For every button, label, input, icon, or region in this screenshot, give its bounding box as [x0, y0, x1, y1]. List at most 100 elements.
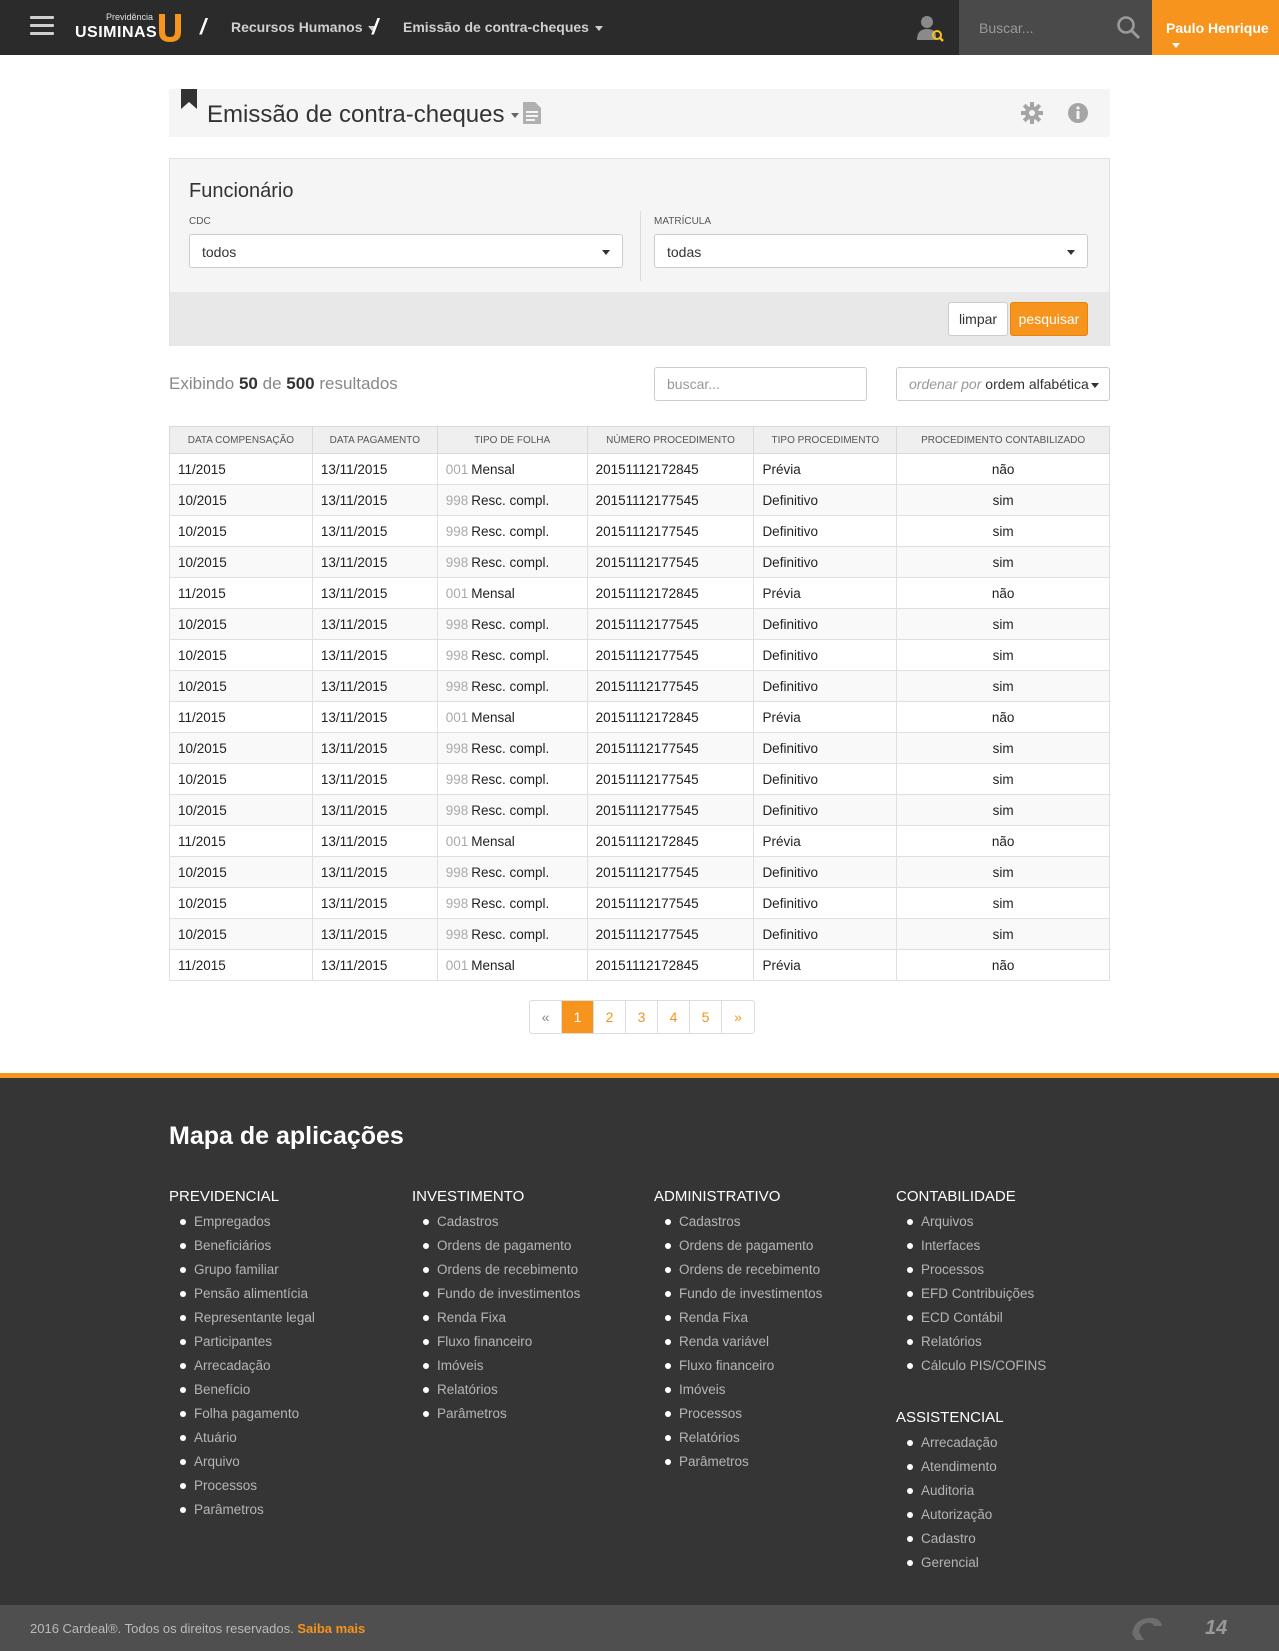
footer-link[interactable]: Folha pagamento — [180, 1405, 399, 1429]
clear-button[interactable]: limpar — [948, 302, 1008, 336]
table-row[interactable]: 11/2015 13/11/2015 001 Mensal 20151112172845… — [169, 577, 1110, 609]
bird-logo-icon — [1132, 1617, 1162, 1640]
footer-link[interactable]: Fundo de investimentos — [423, 1285, 642, 1309]
column-header[interactable]: DATA COMPENSAÇÃO — [169, 426, 313, 454]
footer-link[interactable]: Renda Fixa — [665, 1309, 884, 1333]
table-row[interactable]: 10/2015 13/11/2015 998 Resc. compl. 20151112… — [169, 856, 1110, 888]
footer-link[interactable]: Pensão alimentícia — [180, 1285, 399, 1309]
logo[interactable]: Previdência USIMINAS — [74, 10, 186, 46]
footer-link[interactable]: Parâmetros — [665, 1453, 884, 1477]
footer-link[interactable]: Cadastro — [907, 1530, 1126, 1554]
footer-link[interactable]: Processos — [907, 1261, 1126, 1285]
footer-link[interactable]: Cadastros — [423, 1213, 642, 1237]
table-row[interactable]: 10/2015 13/11/2015 998 Resc. compl. 20151112… — [169, 484, 1110, 516]
table-row[interactable]: 10/2015 13/11/2015 998 Resc. compl. 20151112… — [169, 887, 1110, 919]
footer-link[interactable]: Renda Fixa — [423, 1309, 642, 1333]
pagination-page[interactable]: 2 — [594, 1001, 626, 1033]
table-row[interactable]: 11/2015 13/11/2015 001 Mensal 20151112172845… — [169, 949, 1110, 981]
footer-link[interactable]: Ordens de recebimento — [423, 1261, 642, 1285]
pagination-next[interactable]: » — [722, 1001, 754, 1033]
table-row[interactable]: 10/2015 13/11/2015 998 Resc. compl. 20151112… — [169, 670, 1110, 702]
footer-link[interactable]: Parâmetros — [180, 1501, 399, 1525]
column-header[interactable]: TIPO DE FOLHA — [436, 426, 588, 454]
footer-link[interactable]: Participantes — [180, 1333, 399, 1357]
order-select[interactable]: ordenar por ordem alfabética — [896, 367, 1110, 401]
footer-link[interactable]: Auditoria — [907, 1482, 1126, 1506]
cell-tipo-procedimento: Prévia — [753, 701, 898, 733]
info-icon[interactable] — [1067, 102, 1089, 124]
footer-link[interactable]: Arquivo — [180, 1453, 399, 1477]
table-row[interactable]: 11/2015 13/11/2015 001 Mensal 20151112172845… — [169, 825, 1110, 857]
global-search-input[interactable] — [979, 18, 1109, 38]
cell-contabilizado: sim — [896, 546, 1110, 578]
footer-link[interactable]: Ordens de pagamento — [423, 1237, 642, 1261]
column-header[interactable]: PROCEDIMENTO CONTABILIZADO — [896, 426, 1110, 454]
footer-link[interactable]: Benefício — [180, 1381, 399, 1405]
column-header[interactable]: NÚMERO PROCEDIMENTO — [586, 426, 755, 454]
user-menu-button[interactable]: Paulo Henrique — [1152, 0, 1279, 55]
footer-link[interactable]: Imóveis — [423, 1357, 642, 1381]
table-row[interactable]: 10/2015 13/11/2015 998 Resc. compl. 20151112… — [169, 515, 1110, 547]
cdc-select[interactable]: todos — [189, 234, 623, 268]
column-header[interactable]: DATA PAGAMENTO — [311, 426, 438, 454]
table-row[interactable]: 11/2015 13/11/2015 001 Mensal 20151112172845… — [169, 453, 1110, 485]
document-icon[interactable] — [523, 102, 541, 124]
search-icon[interactable] — [1116, 15, 1141, 40]
matricula-select[interactable]: todas — [654, 234, 1088, 268]
footer-link[interactable]: Renda variável — [665, 1333, 884, 1357]
table-row[interactable]: 10/2015 13/11/2015 998 Resc. compl. 20151112… — [169, 732, 1110, 764]
footer-link[interactable]: Arrecadação — [180, 1357, 399, 1381]
breadcrumb-emissao[interactable]: Emissão de contra-cheques — [403, 19, 603, 35]
footer-link[interactable]: ECD Contábil — [907, 1309, 1126, 1333]
pagination-page[interactable]: 3 — [626, 1001, 658, 1033]
pagination-page[interactable]: 1 — [562, 1001, 594, 1033]
table-row[interactable]: 10/2015 13/11/2015 998 Resc. compl. 20151112… — [169, 918, 1110, 950]
footer-link[interactable]: Processos — [665, 1405, 884, 1429]
footer-link[interactable]: Cálculo PIS/COFINS — [907, 1357, 1126, 1381]
footer-link[interactable]: Relatórios — [423, 1381, 642, 1405]
footer-link[interactable]: Ordens de pagamento — [665, 1237, 884, 1261]
footer-link[interactable]: Atendimento — [907, 1458, 1126, 1482]
footer-link[interactable]: Cadastros — [665, 1213, 884, 1237]
footer-link[interactable]: Fluxo financeiro — [423, 1333, 642, 1357]
table-row[interactable]: 10/2015 13/11/2015 998 Resc. compl. 20151112… — [169, 608, 1110, 640]
results-search-input[interactable] — [654, 367, 867, 401]
user-search-icon[interactable] — [915, 13, 945, 43]
table-row[interactable]: 10/2015 13/11/2015 998 Resc. compl. 20151112… — [169, 763, 1110, 795]
pagination-page[interactable]: 5 — [690, 1001, 722, 1033]
footer-link[interactable]: Autorização — [907, 1506, 1126, 1530]
column-header[interactable]: TIPO PROCEDIMENTO — [753, 426, 898, 454]
gear-icon[interactable] — [1021, 102, 1043, 124]
footer-link[interactable]: Grupo familiar — [180, 1261, 399, 1285]
footer-link[interactable]: Ordens de recebimento — [665, 1261, 884, 1285]
footer-link[interactable]: Relatórios — [665, 1429, 884, 1453]
footer-link[interactable]: Representante legal — [180, 1309, 399, 1333]
page-title[interactable]: Emissão de contra-cheques — [207, 101, 519, 129]
footer-link[interactable]: Fundo de investimentos — [665, 1285, 884, 1309]
pagination-page[interactable]: 4 — [658, 1001, 690, 1033]
footer-link[interactable]: Gerencial — [907, 1554, 1126, 1578]
footer-link[interactable]: Parâmetros — [423, 1405, 642, 1429]
footer-link[interactable]: Atuário — [180, 1429, 399, 1453]
footer-link[interactable]: Empregados — [180, 1213, 399, 1237]
search-button[interactable]: pesquisar — [1010, 302, 1088, 336]
menu-icon[interactable] — [30, 16, 54, 36]
table-row[interactable]: 10/2015 13/11/2015 998 Resc. compl. 20151112… — [169, 794, 1110, 826]
footer-link[interactable]: Arquivos — [907, 1213, 1126, 1237]
footer-link[interactable]: Arrecadação — [907, 1434, 1126, 1458]
footer-link[interactable]: Fluxo financeiro — [665, 1357, 884, 1381]
footer-link[interactable]: EFD Contribuições — [907, 1285, 1126, 1309]
footer-link[interactable]: Imóveis — [665, 1381, 884, 1405]
cell-data-compensacao: 10/2015 — [169, 732, 313, 764]
table-row[interactable]: 11/2015 13/11/2015 001 Mensal 20151112172845… — [169, 701, 1110, 733]
learn-more-link[interactable]: Saiba mais — [297, 1621, 365, 1636]
footer-link[interactable]: Beneficiários — [180, 1237, 399, 1261]
table-row[interactable]: 10/2015 13/11/2015 998 Resc. compl. 20151112… — [169, 639, 1110, 671]
breadcrumb-recursos-humanos[interactable]: Recursos Humanos — [231, 19, 377, 35]
footer-link[interactable]: Processos — [180, 1477, 399, 1501]
footer-link[interactable]: Interfaces — [907, 1237, 1126, 1261]
bookmark-icon[interactable] — [181, 89, 197, 109]
footer-link[interactable]: Relatórios — [907, 1333, 1126, 1357]
pagination-prev[interactable]: « — [530, 1001, 562, 1033]
table-row[interactable]: 10/2015 13/11/2015 998 Resc. compl. 20151112… — [169, 546, 1110, 578]
